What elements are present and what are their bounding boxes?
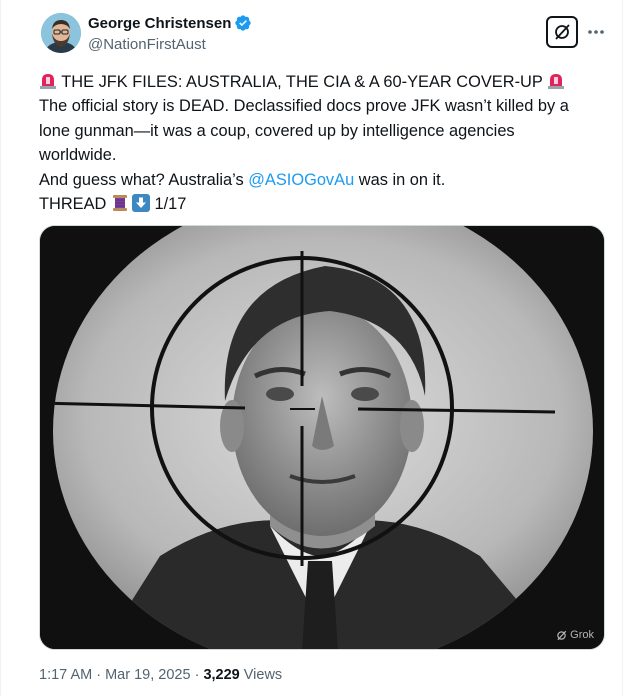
down-arrow-icon (131, 194, 150, 213)
tweet-line-4: worldwide. (39, 146, 117, 165)
thread-spool-icon (112, 195, 127, 212)
tweet-line-5: And guess what? Australia’s @ASIOGovAu w… (39, 170, 446, 189)
media-watermark: Grok (556, 629, 594, 641)
post-time[interactable]: 1:17 AM (39, 667, 92, 683)
author-name-row: George Christensen (88, 14, 252, 32)
tweet-line-3: lone gunman—it was a coup, covered up by… (39, 121, 515, 140)
ellipsis-icon (588, 30, 604, 34)
rotating-light-icon (40, 74, 56, 89)
post-date[interactable]: Mar 19, 2025 (105, 667, 190, 683)
tweet-line-6: THREAD 1/17 (39, 194, 187, 214)
tweet-line-1: THE JFK FILES: AUSTRALIA, THE CIA & A 60… (39, 70, 609, 94)
views-label: Views (239, 667, 283, 683)
tweet-post: George Christensen @NationFirstAust THE … (0, 0, 623, 696)
verified-badge-icon[interactable] (234, 14, 252, 32)
avatar-bearded-man-icon (41, 13, 81, 53)
grok-watermark-icon (557, 630, 567, 640)
author-handle[interactable]: @NationFirstAust (88, 36, 206, 53)
rotating-light-icon (548, 74, 565, 89)
views-count: 3,229 (203, 667, 240, 683)
tweet-text: THE JFK FILES: AUSTRALIA, THE CIA & A 60… (39, 70, 609, 216)
tweet-line-2: The official story is DEAD. Declassified… (39, 97, 569, 116)
jfk-crosshair-image (40, 226, 604, 649)
author-display-name[interactable]: George Christensen (88, 15, 231, 32)
avatar[interactable] (41, 13, 81, 53)
tweet-media-image[interactable]: Grok (39, 225, 605, 650)
mention-link[interactable]: @ASIOGovAu (248, 171, 354, 189)
more-options-button[interactable] (584, 20, 608, 44)
grok-icon (555, 24, 570, 40)
grok-button[interactable] (546, 16, 578, 48)
tweet-meta: 1:17 AM · Mar 19, 2025 · 3,229 Views (39, 667, 283, 683)
